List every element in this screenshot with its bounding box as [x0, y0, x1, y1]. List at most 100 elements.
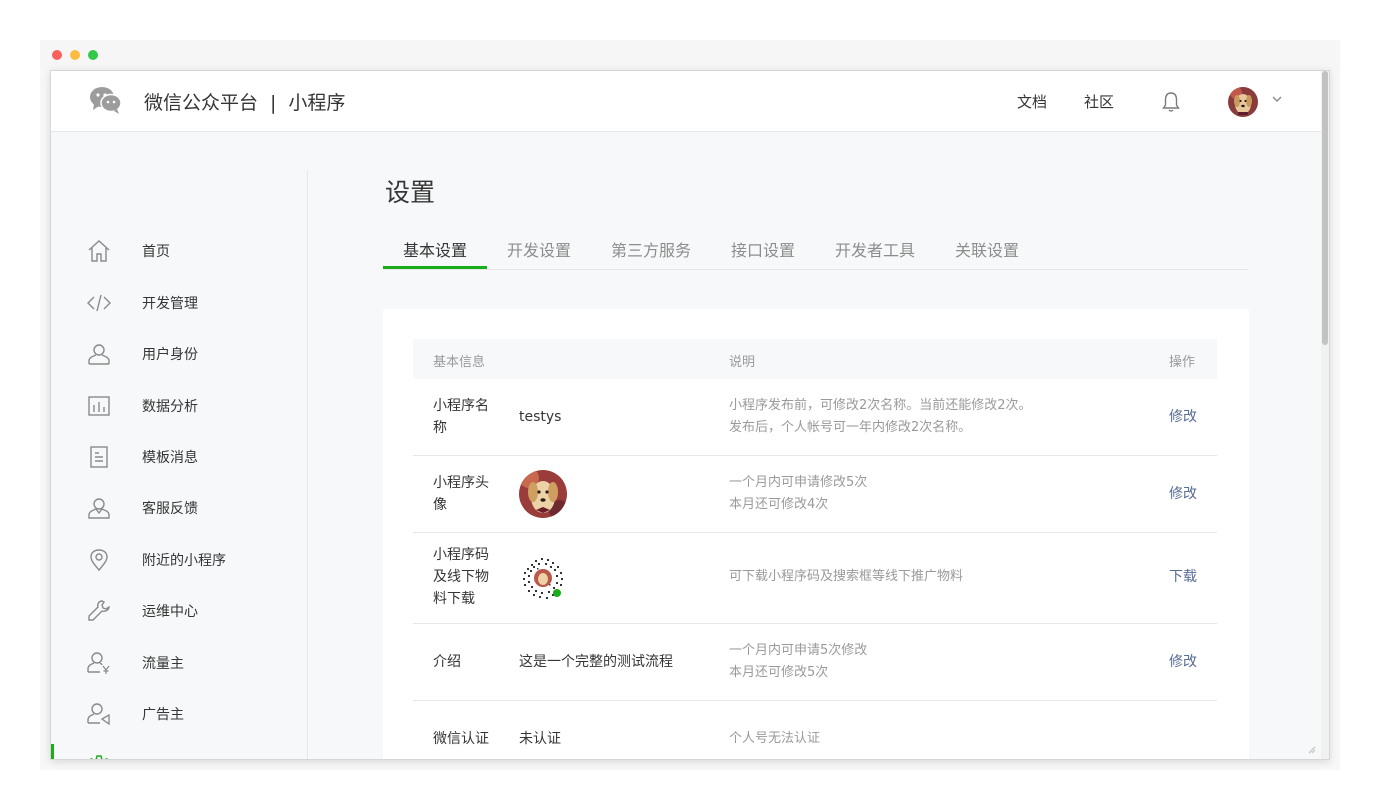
user-yen-icon — [87, 652, 110, 674]
avatar-image — [519, 470, 567, 518]
row-description: 一个月内可申请5次修改 本月还可修改5次 — [729, 640, 867, 684]
column-header-desc: 说明 — [729, 355, 756, 370]
sidebar-item-label: 模板消息 — [142, 450, 198, 466]
column-header-info: 基本信息 — [433, 355, 486, 370]
bell-icon[interactable] — [1161, 91, 1181, 113]
sidebar-item-ops-center[interactable]: 运维中心 — [51, 589, 307, 633]
bar-chart-icon — [88, 396, 110, 416]
row-desc-line: 小程序发布前，可修改2次名称。当前还能修改2次。 — [729, 398, 1032, 413]
row-desc-line: 本月还可修改5次 — [729, 665, 829, 680]
sidebar-item-label: 开发管理 — [142, 296, 198, 312]
brand-subtitle: 小程序 — [288, 92, 346, 114]
row-description: 小程序发布前，可修改2次名称。当前还能修改2次。 发布后，个人帐号可一年内修改2… — [729, 395, 1032, 439]
sidebar-item-label: 用户身份 — [142, 347, 198, 363]
sidebar-item-label: 运维中心 — [142, 604, 198, 620]
gear-icon — [90, 755, 108, 759]
wechat-logo-icon[interactable] — [89, 85, 123, 115]
basic-info-card: 基本信息 说明 操作 小程序名 称 testys 小程序发布前，可修改2次名称。… — [383, 309, 1249, 759]
sidebar-item-label: 客服反馈 — [142, 501, 198, 517]
service-icon — [88, 498, 110, 519]
sidebar-item-user-identity[interactable]: 用户身份 — [51, 332, 307, 376]
row-label-line: 介绍 — [433, 654, 461, 670]
row-label: 微信认证 — [433, 728, 497, 750]
location-pin-icon — [90, 549, 108, 572]
page-title: 设置 — [385, 178, 436, 207]
row-label-line: 像 — [433, 497, 447, 513]
table-row: 微信认证 未认证 个人号无法认证 — [413, 701, 1217, 759]
row-desc-line: 一个月内可申请修改5次 — [729, 475, 868, 490]
row-desc-line: 一个月内可申请5次修改 — [729, 643, 868, 658]
sidebar-item-label: 附近的小程序 — [142, 553, 226, 569]
sidebar-item-label: 首页 — [142, 244, 170, 260]
sidebar-item-customer-feedback[interactable]: 客服反馈 — [51, 486, 307, 530]
user-ad-icon — [87, 703, 110, 726]
introduction-text: 这是一个完整的测试流程 — [519, 654, 673, 670]
row-label-line: 及线下物 — [433, 569, 489, 585]
document-icon — [90, 446, 108, 468]
page-viewport: 微信公众平台 | 小程序 文档 社区 首页 开发管理 用户身份 数据分析 模板消… — [50, 70, 1330, 760]
sidebar-item-home[interactable]: 首页 — [51, 229, 307, 273]
edit-introduction-link[interactable]: 修改 — [1169, 651, 1197, 673]
row-desc-line: 发布后，个人帐号可一年内修改2次名称。 — [729, 420, 972, 435]
row-desc-line: 本月还可修改4次 — [729, 497, 829, 512]
active-tab-indicator — [383, 266, 487, 269]
brand-separator: | — [270, 92, 277, 114]
top-header: 微信公众平台 | 小程序 文档 社区 — [51, 71, 1321, 132]
settings-tabs: 基本设置 开发设置 第三方服务 接口设置 开发者工具 关联设置 — [383, 221, 1249, 270]
sidebar-item-label: 数据分析 — [142, 399, 198, 415]
row-label-line: 料下载 — [433, 591, 475, 607]
minimize-window-button[interactable] — [70, 50, 80, 60]
scrollbar-thumb[interactable] — [1322, 71, 1328, 345]
close-window-button[interactable] — [52, 50, 62, 60]
tab-basic-settings[interactable]: 基本设置 — [403, 237, 467, 261]
wrench-icon — [88, 600, 110, 621]
tab-developer-tools[interactable]: 开发者工具 — [835, 237, 915, 261]
column-header-action: 操作 — [1169, 355, 1196, 370]
platform-title: 微信公众平台 | 小程序 — [144, 88, 345, 115]
page-scrollbar[interactable] — [1321, 71, 1329, 759]
edit-name-link[interactable]: 修改 — [1169, 406, 1197, 428]
user-avatar[interactable] — [1228, 87, 1258, 117]
sidebar-item-nearby-miniprograms[interactable]: 附近的小程序 — [51, 538, 307, 582]
sidebar-item-dev-management[interactable]: 开发管理 — [51, 281, 307, 325]
row-label: 小程序名 称 — [433, 395, 497, 439]
mini-program-name: testys — [519, 409, 562, 425]
tab-dev-settings[interactable]: 开发设置 — [507, 237, 571, 261]
resize-grip-icon — [1308, 746, 1316, 754]
qr-code-icon — [520, 555, 566, 601]
sidebar-item-advertiser[interactable]: 广告主 — [51, 692, 307, 736]
sidebar-item-template-messages[interactable]: 模板消息 — [51, 435, 307, 479]
row-label-line: 微信认证 — [433, 731, 489, 747]
tab-related-settings[interactable]: 关联设置 — [955, 237, 1019, 261]
brand-title: 微信公众平台 — [144, 92, 259, 114]
sidebar-divider — [307, 171, 308, 759]
sidebar-item-label: 广告主 — [142, 707, 184, 723]
row-description: 可下载小程序码及搜索框等线下推广物料 — [729, 566, 963, 588]
sidebar-item-label: 流量主 — [142, 656, 184, 672]
tab-api-settings[interactable]: 接口设置 — [731, 237, 795, 261]
row-description: 一个月内可申请修改5次 本月还可修改4次 — [729, 472, 867, 516]
nav-community-link[interactable]: 社区 — [1084, 91, 1114, 112]
download-qr-link[interactable]: 下载 — [1169, 566, 1197, 588]
row-label-line: 小程序名 — [433, 398, 489, 414]
row-desc-line: 个人号无法认证 — [729, 731, 821, 746]
row-label: 小程序码 及线下物 料下载 — [433, 544, 497, 610]
zoom-window-button[interactable] — [88, 50, 98, 60]
table-header: 基本信息 说明 操作 — [413, 339, 1217, 379]
row-description: 个人号无法认证 — [729, 728, 820, 750]
sidebar-item-traffic-owner[interactable]: 流量主 — [51, 641, 307, 685]
sidebar-item-data-analysis[interactable]: 数据分析 — [51, 384, 307, 428]
code-icon — [87, 294, 111, 312]
chevron-down-icon[interactable] — [1271, 93, 1283, 105]
edit-avatar-link[interactable]: 修改 — [1169, 483, 1197, 505]
sidebar-item-settings[interactable]: 设置 — [51, 744, 307, 759]
row-desc-line: 可下载小程序码及搜索框等线下推广物料 — [729, 569, 964, 584]
row-label-line: 小程序码 — [433, 547, 489, 563]
sidebar-item-label: 设置 — [142, 756, 170, 759]
tab-third-party-services[interactable]: 第三方服务 — [611, 237, 691, 261]
row-label-line: 称 — [433, 420, 447, 436]
table-row: 小程序码 及线下物 料下载 可下载小程序码及搜索框等线下推广物料 下载 — [413, 533, 1217, 624]
browser-window: 微信公众平台 | 小程序 文档 社区 首页 开发管理 用户身份 数据分析 模板消… — [40, 40, 1340, 770]
row-label: 小程序头 像 — [433, 472, 497, 516]
nav-docs-link[interactable]: 文档 — [1017, 91, 1047, 112]
